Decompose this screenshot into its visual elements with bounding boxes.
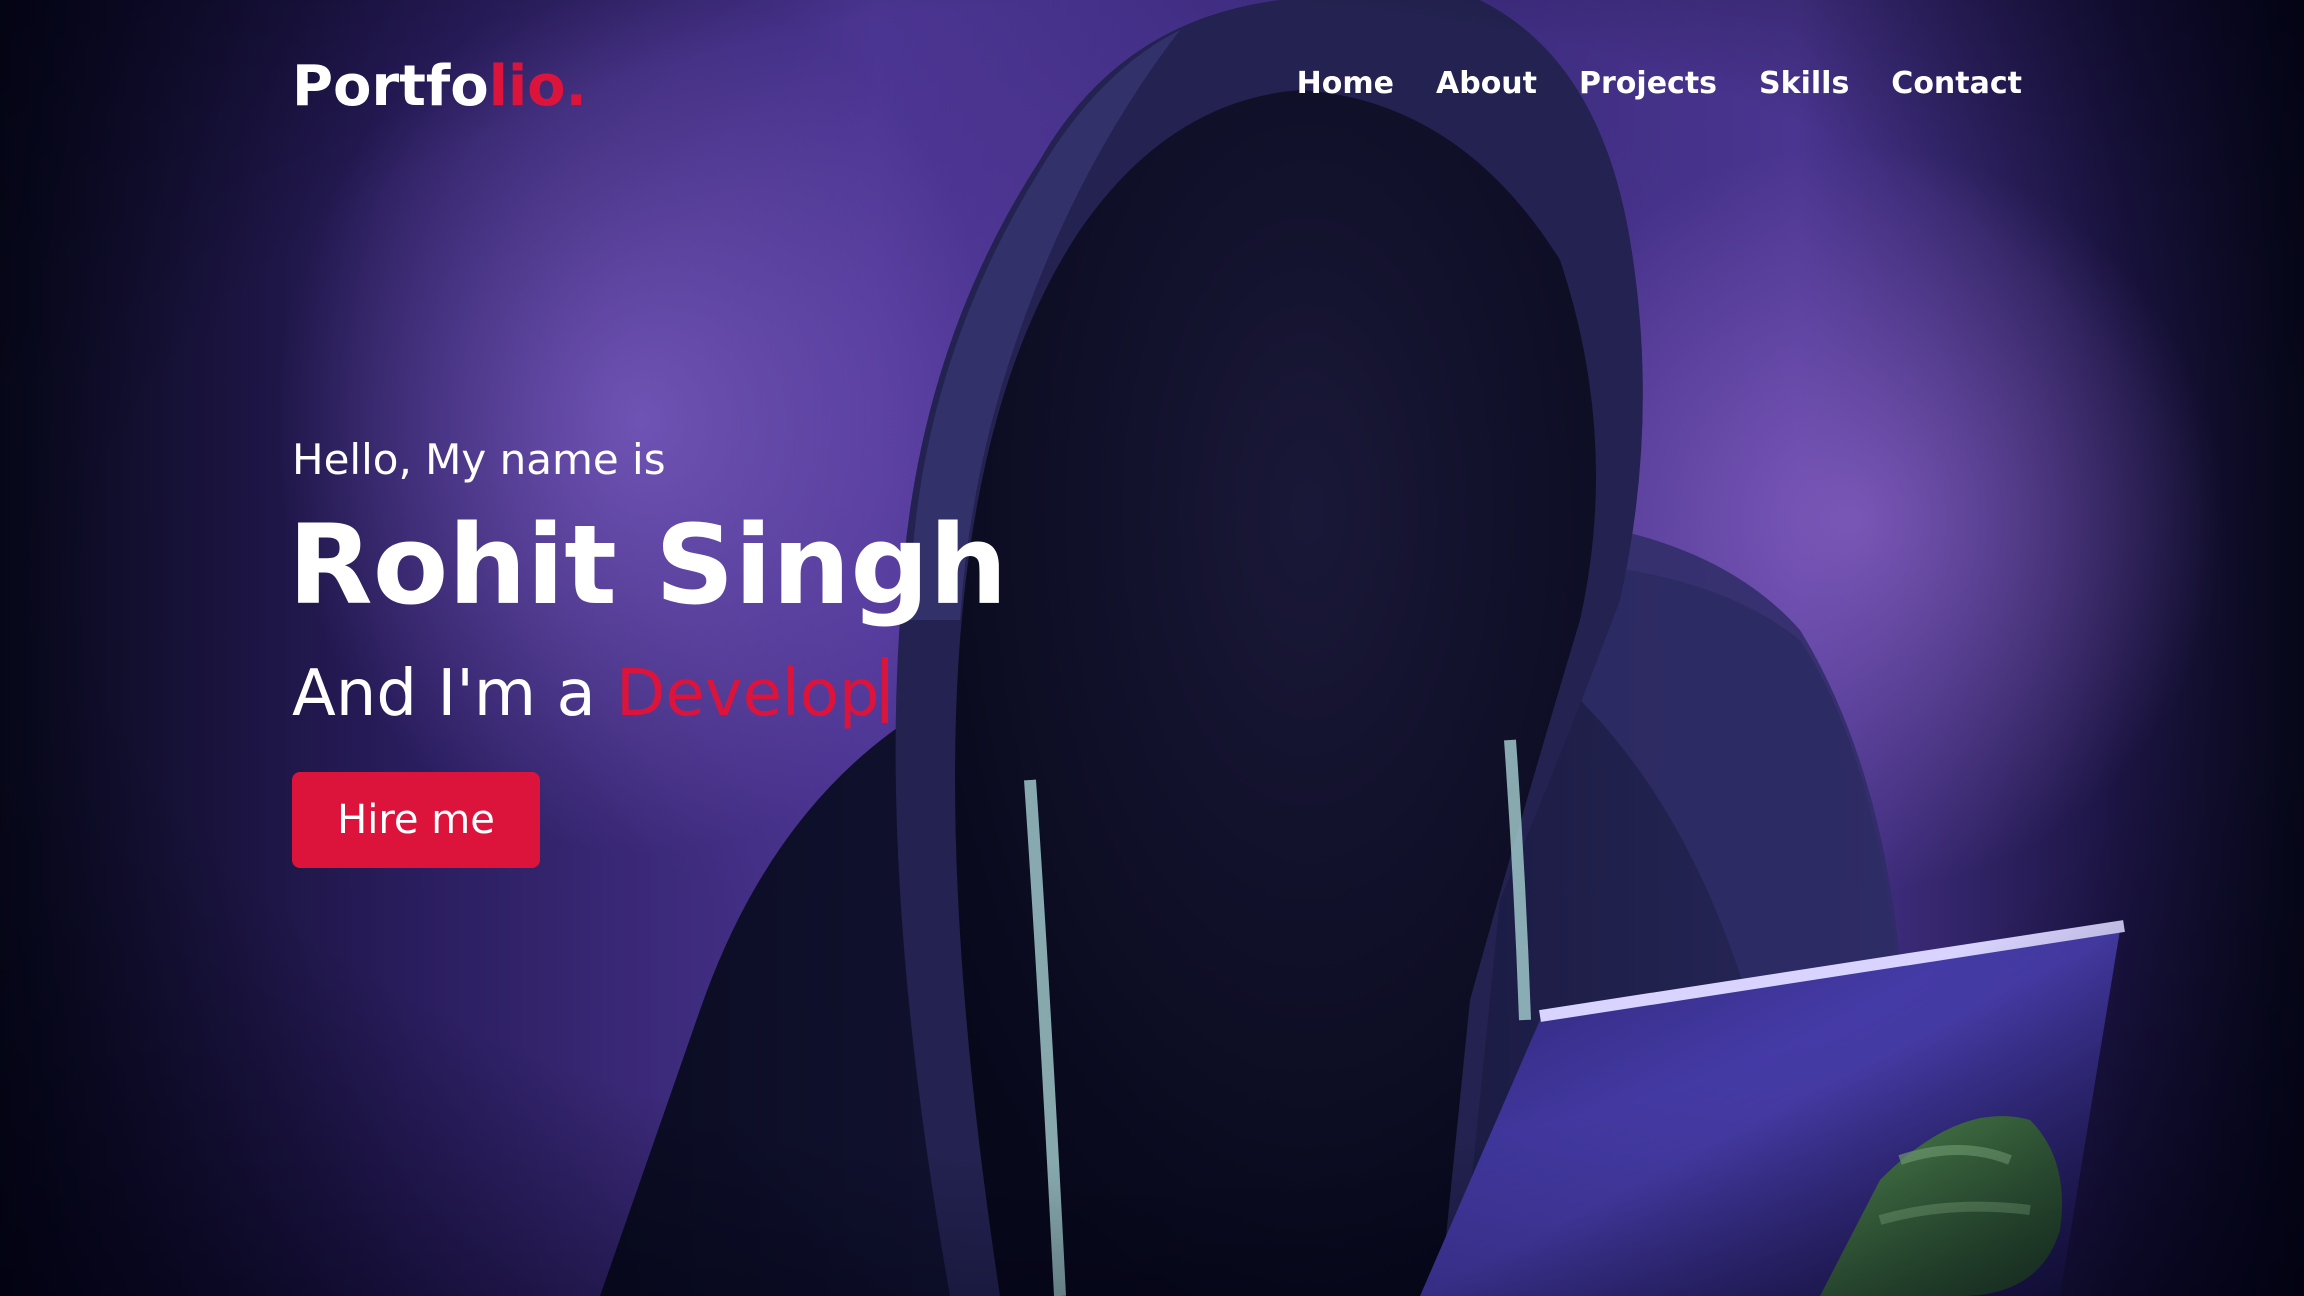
greeting-text: Hello, My name is	[292, 435, 666, 484]
hire-me-button[interactable]: Hire me	[292, 772, 540, 868]
nav-link-skills[interactable]: Skills	[1759, 66, 1849, 101]
logo[interactable]: Portfolio.	[292, 54, 587, 119]
nav-link-home[interactable]: Home	[1297, 66, 1394, 101]
nav-item-about: About	[1436, 66, 1537, 101]
navbar: Portfolio. Home About Projects Skills Co…	[0, 0, 2304, 180]
nav-link-contact[interactable]: Contact	[1891, 66, 2022, 101]
role-prefix: And I'm a	[292, 657, 617, 731]
nav-link-projects[interactable]: Projects	[1579, 66, 1717, 101]
logo-text: Portfo	[292, 54, 489, 119]
hero-section: Portfolio. Home About Projects Skills Co…	[0, 0, 2304, 1296]
nav-item-skills: Skills	[1759, 66, 1849, 101]
name-heading: Rohit Singh	[288, 501, 1008, 629]
logo-accent-text: lio.	[488, 54, 587, 119]
nav-item-projects: Projects	[1579, 66, 1717, 101]
role-line: And I'm a Develop	[292, 654, 1007, 734]
typing-cursor	[881, 657, 888, 723]
nav-item-home: Home	[1297, 66, 1394, 101]
typed-role: Develop	[616, 657, 880, 731]
home-content: Hello, My name is Rohit Singh And I'm a …	[288, 430, 1007, 868]
nav-item-contact: Contact	[1891, 66, 2022, 101]
nav-link-about[interactable]: About	[1436, 66, 1537, 101]
nav-menu: Home About Projects Skills Contact	[1297, 66, 2022, 101]
